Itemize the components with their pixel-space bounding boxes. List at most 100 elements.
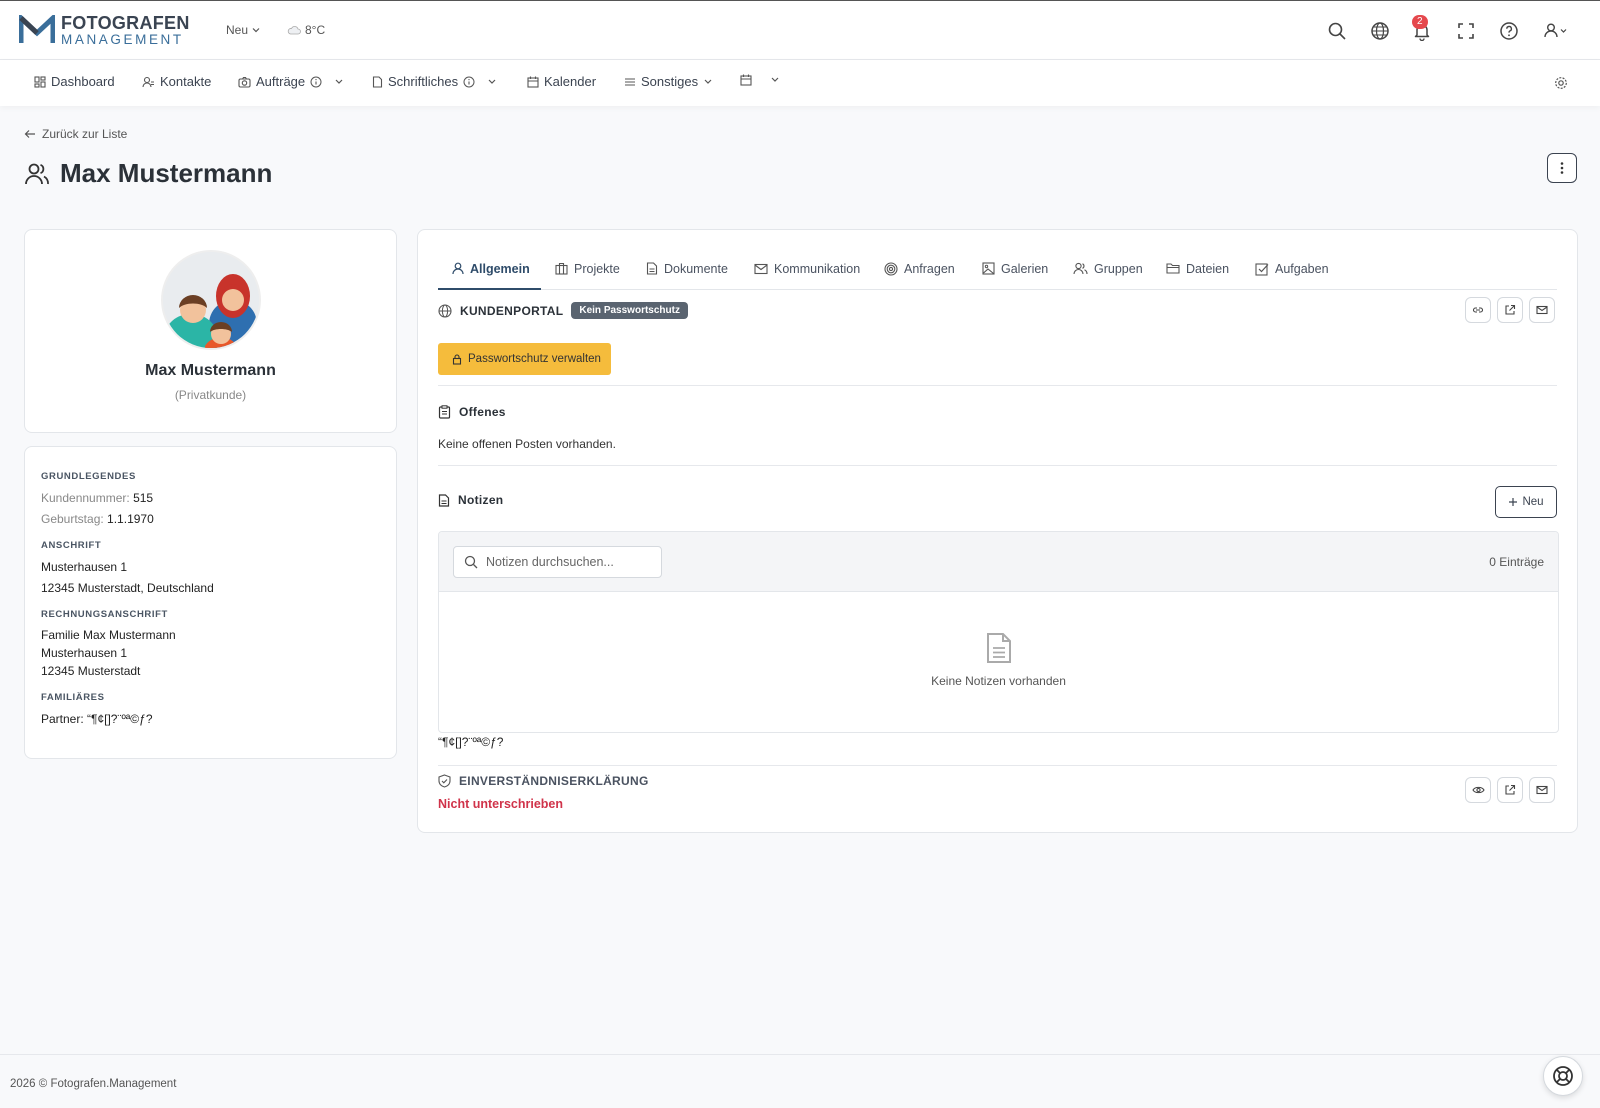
open-items-header: Offenes (438, 405, 506, 419)
notes-count: 0 Einträge (1489, 555, 1544, 569)
nav-kontakte-label: Kontakte (160, 74, 212, 89)
new-note-button[interactable]: Neu (1495, 486, 1557, 518)
nav-calendar-check[interactable] (740, 74, 782, 86)
info-icon (310, 76, 322, 87)
consent-status: Nicht unterschrieben (438, 797, 564, 811)
manage-password-button[interactable]: Passwortschutz verwalten (438, 343, 611, 375)
link-icon (1472, 307, 1484, 313)
cloud-icon (287, 26, 301, 35)
open-items-empty: Keine offenen Posten vorhanden. (438, 437, 616, 451)
tab-allgemein[interactable]: Allgemein (438, 260, 541, 290)
notes-search-input[interactable] (486, 555, 646, 569)
settings-icon[interactable] (1554, 76, 1568, 90)
menu-icon (625, 77, 635, 86)
support-button[interactable] (1543, 1056, 1583, 1096)
external-link-icon (1505, 784, 1516, 795)
dashboard-icon (34, 75, 46, 88)
nav-schriftliches-label: Schriftliches (388, 74, 459, 89)
fullscreen-icon[interactable] (1456, 21, 1476, 41)
family-avatar-icon (163, 252, 259, 348)
tab-anfragen[interactable]: Anfragen (884, 260, 955, 290)
nav-dashboard-label: Dashboard (51, 74, 115, 89)
globe-icon[interactable] (1370, 21, 1390, 41)
document-icon (438, 493, 450, 507)
notes-empty-text: Keine Notizen vorhanden (931, 674, 1066, 688)
send-consent-mail-button[interactable] (1529, 777, 1555, 803)
address-line: 12345 Musterstadt, Deutschland (41, 581, 214, 595)
logo[interactable]: FOTOGRAFEN MANAGEMENT (19, 14, 190, 47)
tab-aufgaben[interactable]: Aufgaben (1255, 260, 1329, 290)
view-consent-button[interactable] (1465, 777, 1491, 803)
user-menu-icon[interactable] (1542, 21, 1570, 41)
tab-projekte-label: Projekte (574, 262, 620, 276)
mail-icon (754, 263, 768, 275)
consent-heading: EINVERSTÄNDNISERKLÄRUNG (459, 774, 649, 788)
tab-bar: Allgemein Projekte Dokumente Kommunikati… (438, 260, 1557, 290)
back-to-list-link[interactable]: Zurück zur Liste (24, 127, 127, 141)
customer-number-label: Kundennummer: (41, 491, 130, 505)
logo-icon (19, 15, 55, 44)
tab-galerien-label: Galerien (1001, 262, 1049, 276)
document-icon (372, 75, 383, 88)
billing-line: Musterhausen 1 (41, 646, 128, 660)
tab-allgemein-label: Allgemein (470, 262, 530, 276)
target-icon (884, 262, 898, 276)
page-title-text: Max Mustermann (60, 158, 273, 188)
logo-title: FOTOGRAFEN (61, 13, 190, 33)
address-line: Musterhausen 1 (41, 560, 128, 574)
customer-portal-heading: KUNDENPORTAL (460, 303, 564, 318)
document-icon (646, 262, 658, 275)
nav-kalender[interactable]: Kalender (527, 74, 596, 89)
globe-icon (438, 303, 452, 318)
notes-toolbar: 0 Einträge (439, 532, 1558, 592)
more-options-button[interactable] (1547, 153, 1577, 183)
help-icon[interactable] (1499, 21, 1519, 41)
partner-row: Partner: “¶¢[]?¨ºª©ƒ? (41, 712, 153, 726)
nav-kontakte[interactable]: Kontakte (142, 74, 211, 89)
notes-empty-state: Keine Notizen vorhanden (439, 632, 1558, 688)
tab-projekte[interactable]: Projekte (555, 260, 620, 290)
tab-aufgaben-label: Aufgaben (1275, 262, 1329, 276)
tab-kommunikation[interactable]: Kommunikation (754, 260, 860, 290)
nav-dashboard[interactable]: Dashboard (34, 74, 115, 89)
tab-dateien-label: Dateien (1186, 262, 1230, 276)
nav-kalender-label: Kalender (544, 74, 597, 89)
notes-heading: Notizen (458, 493, 504, 507)
users-icon (25, 163, 49, 184)
logo-subtitle: MANAGEMENT (61, 32, 184, 47)
nav-schriftliches[interactable]: Schriftliches (372, 74, 496, 89)
billing-heading: RECHNUNGSANSCHRIFT (41, 609, 168, 620)
notes-search[interactable] (453, 546, 662, 578)
tab-anfragen-label: Anfragen (904, 262, 955, 276)
tab-galerien[interactable]: Galerien (982, 260, 1048, 290)
tab-dokumente[interactable]: Dokumente (646, 260, 728, 290)
profile-card: Max Mustermann (Privatkunde) (24, 229, 397, 433)
user-icon (452, 262, 464, 275)
tab-dateien[interactable]: Dateien (1166, 260, 1229, 290)
search-icon (464, 555, 478, 569)
copy-link-button[interactable] (1465, 297, 1491, 323)
group-icon (1073, 262, 1088, 275)
chevron-down-icon (335, 79, 343, 84)
customer-number-row: Kundennummer: 515 (41, 488, 380, 509)
open-portal-button[interactable] (1497, 297, 1523, 323)
detail-card: Allgemein Projekte Dokumente Kommunikati… (417, 229, 1578, 833)
search-icon[interactable] (1327, 21, 1347, 41)
password-status-badge: Kein Passwortschutz (571, 302, 688, 319)
checkbox-icon (1255, 263, 1269, 276)
tab-kommunikation-label: Kommunikation (774, 262, 861, 276)
camera-icon (238, 76, 251, 88)
page-title: Max Mustermann (24, 158, 272, 189)
tab-gruppen[interactable]: Gruppen (1073, 260, 1143, 290)
send-portal-mail-button[interactable] (1529, 297, 1555, 323)
open-consent-button[interactable] (1497, 777, 1523, 803)
footer-text: 2026 © Fotografen.Management (10, 1078, 177, 1090)
nav-auftraege[interactable]: Aufträge (238, 74, 343, 89)
billing-line: 12345 Musterstadt (41, 664, 141, 678)
image-icon (982, 262, 995, 275)
new-dropdown[interactable]: Neu (226, 23, 260, 37)
nav-sonstiges[interactable]: Sonstiges (624, 74, 713, 89)
garbled-text: “¶¢[]?¨ºª©ƒ? (438, 735, 504, 749)
chevron-down-icon (488, 79, 496, 84)
contacts-icon (142, 76, 154, 87)
